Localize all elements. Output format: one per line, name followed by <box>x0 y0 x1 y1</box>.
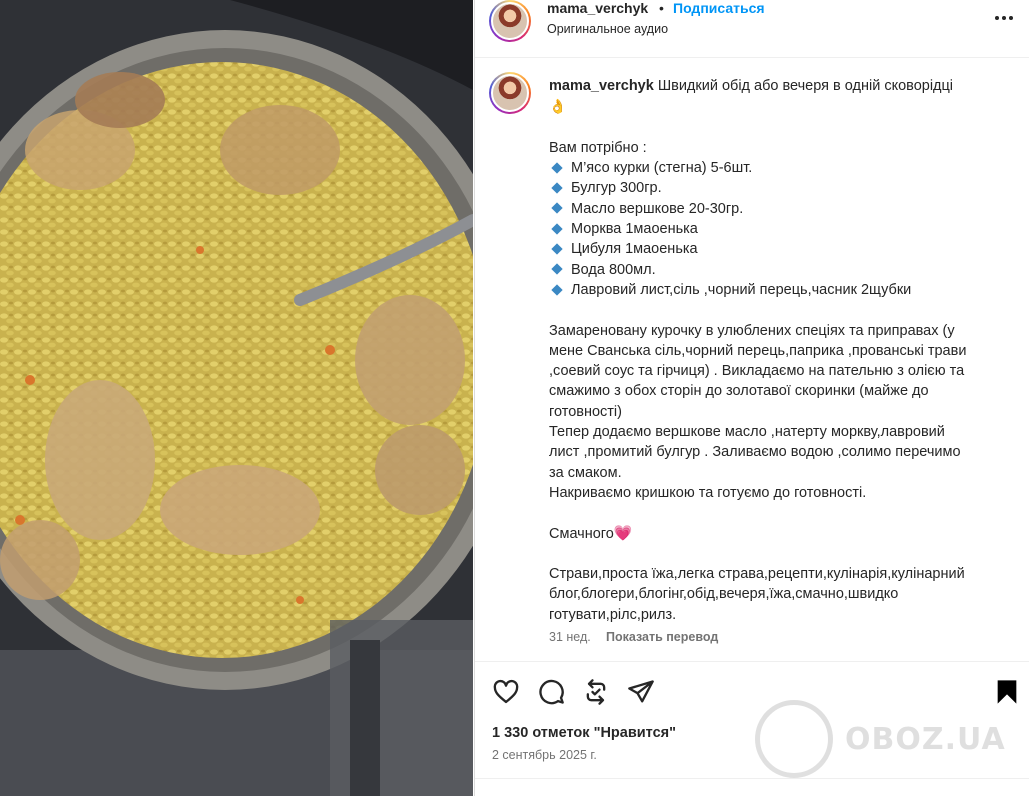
step-line: за смаком. <box>549 464 622 481</box>
avatar[interactable] <box>489 0 531 42</box>
closing-text: Смачного <box>549 525 614 542</box>
caption-intro: Вам потрібно : <box>549 139 647 156</box>
post-header: mama_verchyk • Подписаться Оригинальное … <box>475 0 1029 58</box>
likes-count[interactable]: 1 330 отметок "Нравится" <box>492 725 676 741</box>
diamond-bullet-icon <box>551 202 563 215</box>
watermark: OBOZ.UA <box>737 694 1007 784</box>
caption-meta: 31 нед. Показать перевод <box>549 630 718 644</box>
step-line: Тепер додаємо вершкове масло ,натерту мо… <box>549 424 945 441</box>
ingredient-item: Вода 800мл. <box>549 260 1009 280</box>
ingredient-text: Цибуля 1маоенька <box>571 241 698 258</box>
caption-title-line: mama_verchyk Швидкий обід або вечеря в о… <box>549 76 1009 96</box>
caption-username[interactable]: mama_verchyk <box>549 78 654 94</box>
step-line: готовності) <box>549 403 622 420</box>
diamond-bullet-icon <box>551 243 563 255</box>
repost-icon[interactable] <box>582 678 610 706</box>
caption-avatar[interactable] <box>489 72 531 114</box>
step-line: лист ,промитий булгур . Заливаємо водою … <box>549 444 961 461</box>
ingredient-text: Булгур 300гр. <box>571 180 662 197</box>
step-line: смажимо з обох сторін до золотавої скори… <box>549 383 929 400</box>
ingredient-text: Масло вершкове 20-30гр. <box>571 200 744 217</box>
send-icon[interactable] <box>627 678 655 706</box>
more-horizontal-icon[interactable] <box>993 8 1015 28</box>
comment-icon[interactable] <box>537 678 565 706</box>
watermark-text: OBOZ.UA <box>845 722 1006 757</box>
step-line: Накриваємо кришкою та готуємо до готовно… <box>549 484 867 501</box>
diamond-bullet-icon <box>551 263 563 276</box>
comment-area <box>475 778 1029 796</box>
caption-title-emoji-line: 👌 <box>549 96 1009 117</box>
media-image <box>0 0 473 796</box>
post-date: 2 сентябрь 2025 г. <box>492 748 597 762</box>
ingredient-item: Масло вершкове 20-30гр. <box>549 199 1009 219</box>
ingredient-item: Цибуля 1маоенька <box>549 239 1009 259</box>
follow-button[interactable]: Подписаться <box>673 0 765 16</box>
closing-line: Смачного💗 <box>549 524 1009 544</box>
step-line: ,соевий соус та гірчиця) . Викладаємо на… <box>549 363 965 380</box>
diamond-bullet-icon <box>551 223 563 235</box>
ingredient-item: М’ясо курки (стегна) 5-6шт. <box>549 158 1009 178</box>
tags-line: блог,блогери,блогінг,обід,вечеря,їжа,сма… <box>549 586 899 603</box>
post-age[interactable]: 31 нед. <box>549 630 591 644</box>
ingredient-text: М’ясо курки (стегна) 5-6шт. <box>571 160 753 177</box>
translate-button[interactable]: Показать перевод <box>606 630 718 644</box>
heart-emoji-icon: 💗 <box>613 524 633 542</box>
step-line: мене Сванська сіль,чорний перець,паприка… <box>549 342 967 359</box>
post-side-panel: mama_verchyk • Подписаться Оригинальное … <box>474 0 1029 796</box>
post-caption: mama_verchyk Швидкий обід або вечеря в о… <box>475 58 1029 660</box>
header-separator: • <box>659 0 664 16</box>
watermark-logo-icon <box>755 700 833 778</box>
post-media[interactable] <box>0 0 473 796</box>
audio-link[interactable]: Оригинальное аудио <box>547 22 668 36</box>
header-username[interactable]: mama_verchyk <box>547 0 648 16</box>
tags-line: Страви,проста їжа,легка страва,рецепти,к… <box>549 566 965 583</box>
post-actions: OBOZ.UA 1 330 отметок "Нравится" 2 сентя… <box>475 661 1029 796</box>
diamond-bullet-icon <box>551 283 563 296</box>
ingredient-text: Лавровий лист,сіль ,чорний перець,часник… <box>571 281 912 298</box>
heart-icon[interactable] <box>492 678 520 706</box>
ok-hand-icon: 👌 <box>549 98 567 115</box>
step-line: Замареновану курочку в улюблених спеціях… <box>549 322 955 339</box>
ingredient-text: Морква 1маоенька <box>571 221 698 238</box>
diamond-bullet-icon <box>551 182 563 194</box>
ingredient-item: Лавровий лист,сіль ,чорний перець,часник… <box>549 280 1009 300</box>
ingredient-item: Булгур 300гр. <box>549 178 1009 198</box>
diamond-bullet-icon <box>551 162 563 174</box>
ingredient-text: Вода 800мл. <box>571 261 656 278</box>
tags-line: готувати,рілс,рилз. <box>549 606 677 623</box>
caption-body: mama_verchyk Швидкий обід або вечеря в о… <box>549 76 1009 625</box>
ingredient-item: Морква 1маоенька <box>549 219 1009 239</box>
caption-title: Швидкий обід або вечеря в одній сковорід… <box>657 78 954 94</box>
